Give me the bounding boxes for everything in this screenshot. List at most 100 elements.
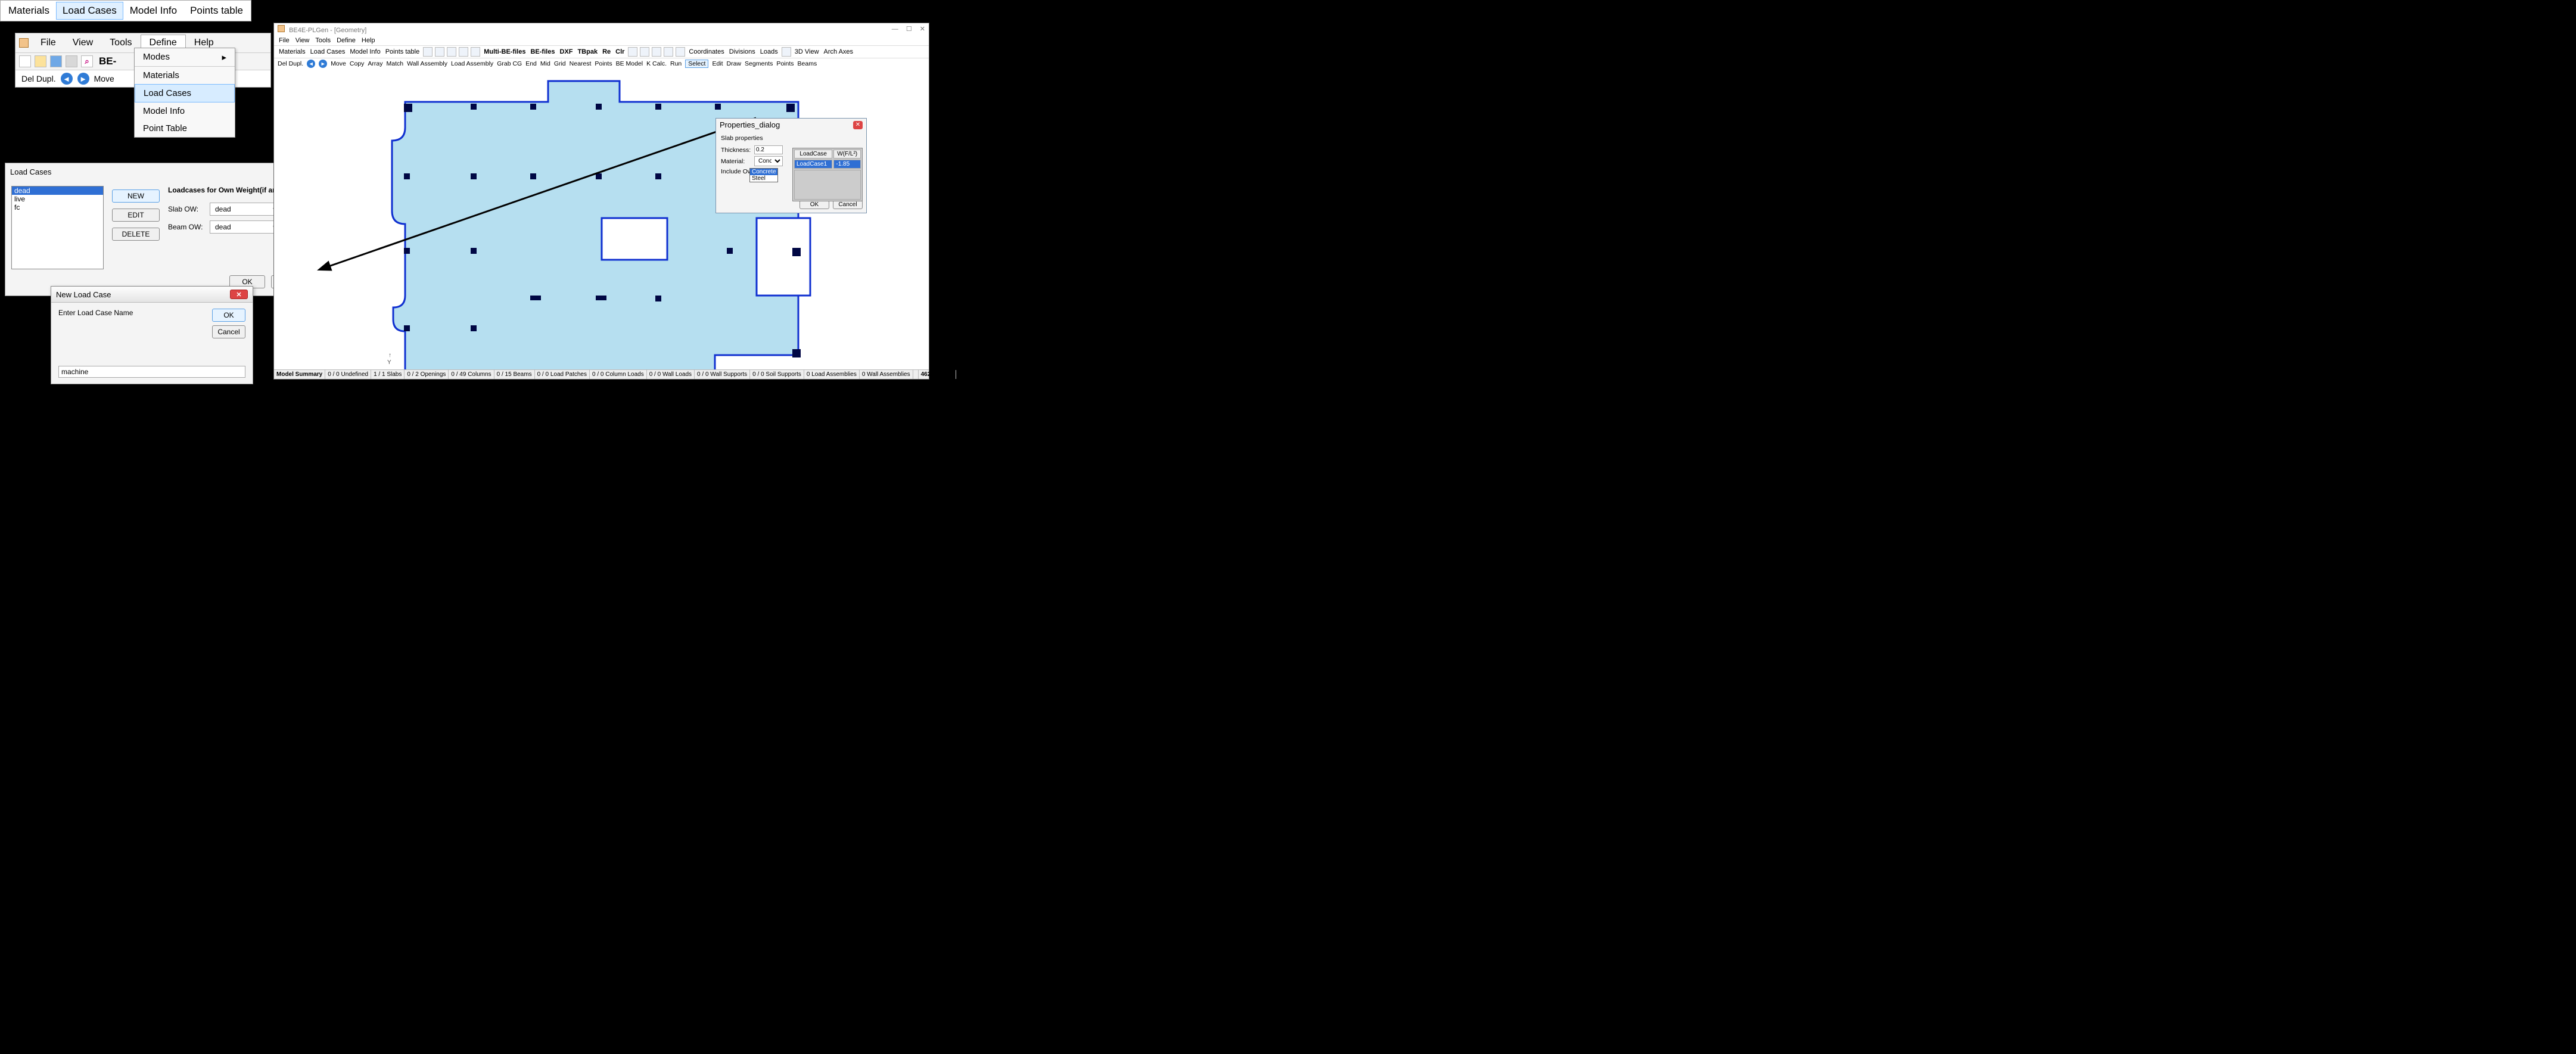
mat-option[interactable]: Concrete xyxy=(750,169,777,175)
tb2-nearest[interactable]: Nearest xyxy=(570,60,592,67)
tb2-beams[interactable]: Beams xyxy=(798,60,817,67)
forward-icon[interactable]: ► xyxy=(77,73,89,85)
tb2-match[interactable]: Match xyxy=(386,60,403,67)
material-dropdown[interactable]: Concrete Steel xyxy=(749,168,778,182)
tab-materials[interactable]: Materials xyxy=(2,2,56,20)
tool-icon[interactable] xyxy=(640,47,649,57)
column-marker[interactable] xyxy=(471,104,477,110)
tb2-run[interactable]: Run xyxy=(670,60,682,67)
loadcase-table[interactable]: LoadCase W(F/L²) LoadCase1 -1.85 xyxy=(792,148,863,201)
tb2-edit[interactable]: Edit xyxy=(712,60,723,67)
column-marker[interactable] xyxy=(792,349,801,357)
tb2-grid[interactable]: Grid xyxy=(554,60,566,67)
close-icon[interactable]: ✕ xyxy=(853,121,863,129)
tb2-move[interactable]: Move xyxy=(331,60,346,67)
deldupl-button[interactable]: Del Dupl. xyxy=(21,74,56,83)
back-icon[interactable]: ◄ xyxy=(307,60,315,68)
menu-help[interactable]: Help xyxy=(362,37,375,44)
new-button[interactable]: NEW xyxy=(112,189,160,203)
tb-tbpak[interactable]: TBpak xyxy=(576,48,599,55)
menu-materials[interactable]: Materials xyxy=(135,67,235,84)
thickness-input[interactable] xyxy=(754,145,783,154)
tab-loadcases[interactable]: Load Cases xyxy=(56,2,123,20)
column-marker[interactable] xyxy=(404,104,412,112)
cell-w[interactable]: -1.85 xyxy=(833,160,861,169)
canvas[interactable]: Y ↑ Properties_dialog ✕ Slab properties … xyxy=(274,69,929,369)
cube-icon[interactable] xyxy=(782,47,791,57)
loadcase-list[interactable]: dead live fc xyxy=(11,186,104,269)
tb2-segments[interactable]: Segments xyxy=(745,60,773,67)
tb-divisions[interactable]: Divisions xyxy=(728,48,757,55)
tb2-end[interactable]: End xyxy=(525,60,537,67)
cancel-button[interactable]: Cancel xyxy=(212,325,245,338)
newlc-input[interactable] xyxy=(58,366,245,378)
menu-modelinfo[interactable]: Model Info xyxy=(135,102,235,120)
column-marker[interactable] xyxy=(471,325,477,331)
column-marker[interactable] xyxy=(530,104,536,110)
tool-icon[interactable] xyxy=(652,47,661,57)
back-icon[interactable]: ◄ xyxy=(61,73,73,85)
print-icon[interactable] xyxy=(459,47,468,57)
tb-befiles[interactable]: BE-files xyxy=(529,48,556,55)
tb2-select[interactable]: Select xyxy=(685,60,708,68)
column-marker[interactable] xyxy=(596,296,606,300)
tb-modelinfo[interactable]: Model Info xyxy=(349,48,381,55)
close-icon[interactable]: ✕ xyxy=(920,26,925,33)
list-item[interactable]: dead xyxy=(12,186,103,195)
column-marker[interactable] xyxy=(655,296,661,301)
tb2-deldupl[interactable]: Del Dupl. xyxy=(278,60,303,67)
minimize-icon[interactable]: — xyxy=(892,26,898,33)
column-marker[interactable] xyxy=(596,104,602,110)
tb-re[interactable]: Re xyxy=(601,48,612,55)
beam-ow-select[interactable]: dead xyxy=(210,220,281,234)
column-marker[interactable] xyxy=(786,104,795,112)
menu-pointtable[interactable]: Point Table xyxy=(135,120,235,137)
tb-pointstable[interactable]: Points table xyxy=(384,48,421,55)
zoom-icon[interactable]: ⌕ xyxy=(81,55,93,67)
tb-multibe[interactable]: Multi-BE-files xyxy=(483,48,527,55)
slab-ow-select[interactable]: dead xyxy=(210,203,281,216)
ok-button[interactable]: OK xyxy=(799,200,829,209)
print-icon[interactable] xyxy=(66,55,77,67)
tab-pointstable[interactable]: Points table xyxy=(183,2,250,20)
new-file-icon[interactable] xyxy=(19,55,31,67)
tool-icon[interactable] xyxy=(676,47,685,57)
cancel-button[interactable]: Cancel xyxy=(833,200,863,209)
list-item[interactable]: live xyxy=(12,195,103,203)
column-marker[interactable] xyxy=(596,173,602,179)
tb2-kcalc[interactable]: K Calc. xyxy=(646,60,667,67)
cell-lc[interactable]: LoadCase1 xyxy=(794,160,832,169)
column-marker[interactable] xyxy=(404,248,410,254)
tb-coordinates[interactable]: Coordinates xyxy=(687,48,725,55)
menu-view[interactable]: View xyxy=(295,37,310,44)
tb2-draw[interactable]: Draw xyxy=(727,60,742,67)
column-marker[interactable] xyxy=(530,296,541,300)
menu-file[interactable]: File xyxy=(279,37,290,44)
tb-loadcases[interactable]: Load Cases xyxy=(309,48,347,55)
tb-loads[interactable]: Loads xyxy=(759,48,779,55)
zoom-icon[interactable] xyxy=(471,47,480,57)
save-icon[interactable] xyxy=(447,47,456,57)
ok-button[interactable]: OK xyxy=(212,309,245,322)
column-marker[interactable] xyxy=(471,248,477,254)
column-marker[interactable] xyxy=(727,248,733,254)
column-marker[interactable] xyxy=(655,104,661,110)
save-icon[interactable] xyxy=(50,55,62,67)
new-icon[interactable] xyxy=(423,47,433,57)
mat-option[interactable]: Steel xyxy=(750,175,777,182)
column-marker[interactable] xyxy=(792,248,801,256)
open-icon[interactable] xyxy=(435,47,444,57)
maximize-icon[interactable]: ☐ xyxy=(906,26,912,33)
open-file-icon[interactable] xyxy=(35,55,46,67)
tb-materials[interactable]: Materials xyxy=(278,48,307,55)
column-marker[interactable] xyxy=(404,325,410,331)
menu-file[interactable]: File xyxy=(32,35,64,51)
menu-modes[interactable]: Modes▸ xyxy=(135,48,235,67)
tool-icon[interactable] xyxy=(628,47,637,57)
tb2-bemodel[interactable]: BE Model xyxy=(616,60,643,67)
tb2-mid[interactable]: Mid xyxy=(540,60,550,67)
tb2-points[interactable]: Points xyxy=(595,60,612,67)
tb2-loadasm[interactable]: Load Assembly xyxy=(451,60,493,67)
edit-button[interactable]: EDIT xyxy=(112,209,160,222)
tab-modelinfo[interactable]: Model Info xyxy=(123,2,183,20)
